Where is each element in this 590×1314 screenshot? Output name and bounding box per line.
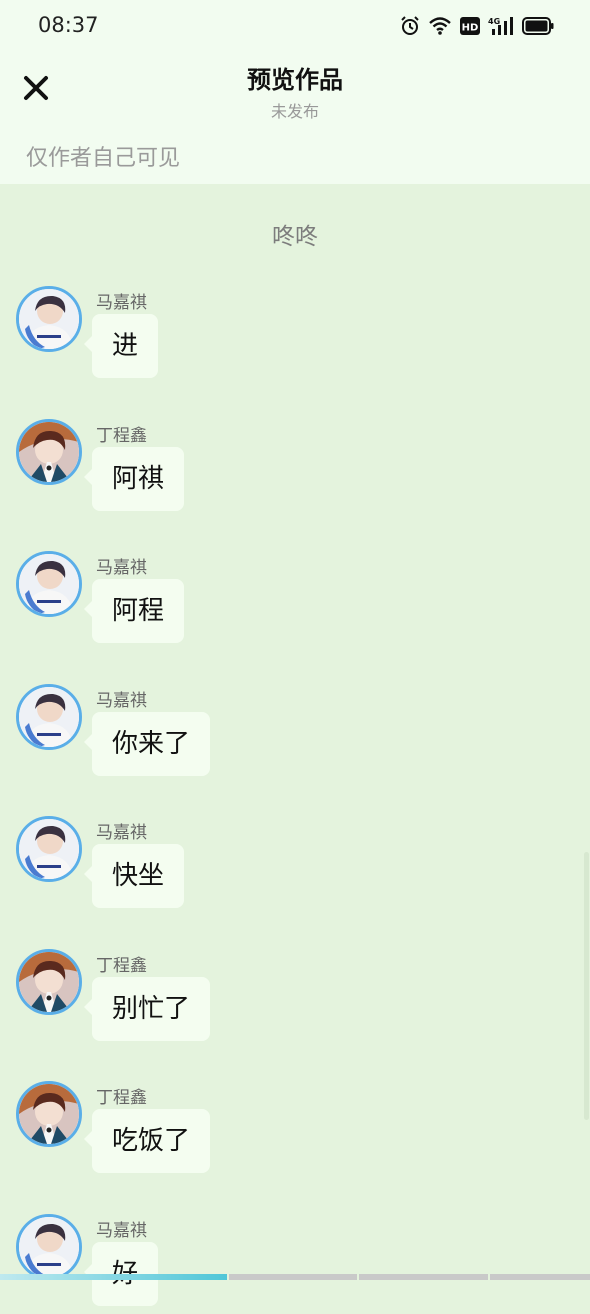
status-icons: HD 4G bbox=[400, 14, 554, 38]
avatar-majiaqi-icon[interactable] bbox=[16, 1214, 82, 1280]
message-sender: 马嘉祺 bbox=[96, 1221, 147, 1241]
progress-segment-2 bbox=[229, 1274, 357, 1280]
chat-message: 马嘉祺好 bbox=[16, 1214, 496, 1314]
message-sender: 丁程鑫 bbox=[96, 956, 147, 976]
chat-message: 马嘉祺进 bbox=[16, 286, 496, 386]
alarm-icon bbox=[400, 16, 420, 36]
svg-text:4G: 4G bbox=[488, 17, 500, 26]
chat-message: 马嘉祺 快坐 bbox=[16, 816, 496, 916]
message-sender: 丁程鑫 bbox=[96, 1088, 147, 1108]
chat-message: 马嘉祺 阿程 bbox=[16, 551, 496, 651]
progress-segment-3 bbox=[358, 1274, 489, 1280]
chat-message: 马嘉祺 你来了 bbox=[16, 684, 496, 784]
chat-section-title: 咚咚 bbox=[272, 224, 318, 250]
hd-icon: HD bbox=[460, 16, 480, 36]
chat-message: 丁程鑫 阿祺 bbox=[16, 419, 496, 519]
avatar-dingchengxin-icon[interactable] bbox=[16, 1081, 82, 1147]
svg-text:HD: HD bbox=[462, 23, 479, 34]
chat-message: 丁程鑫 别忙了 bbox=[16, 949, 496, 1049]
message-sender: 马嘉祺 bbox=[96, 691, 147, 711]
message-bubble[interactable]: 阿祺 bbox=[83, 447, 185, 511]
progress-segment-1 bbox=[0, 1274, 228, 1280]
page-title: 预览作品 bbox=[247, 66, 343, 94]
progress-segment-4 bbox=[490, 1274, 590, 1280]
message-sender: 马嘉祺 bbox=[96, 293, 147, 313]
message-sender: 马嘉祺 bbox=[96, 823, 147, 843]
avatar-majiaqi-icon[interactable] bbox=[16, 816, 82, 882]
avatar-majiaqi-icon[interactable] bbox=[16, 286, 82, 352]
chat-message: 丁程鑫 吃饭了 bbox=[16, 1081, 496, 1181]
publish-status: 未发布 bbox=[270, 102, 319, 121]
message-bubble[interactable]: 吃饭了 bbox=[83, 1109, 211, 1173]
battery-icon bbox=[522, 16, 554, 36]
avatar-majiaqi-icon[interactable] bbox=[16, 551, 82, 617]
message-sender: 马嘉祺 bbox=[96, 558, 147, 578]
avatar-dingchengxin-icon[interactable] bbox=[16, 419, 82, 485]
message-sender: 丁程鑫 bbox=[96, 426, 147, 446]
wifi-icon bbox=[428, 16, 452, 36]
message-bubble[interactable]: 别忙了 bbox=[83, 977, 211, 1041]
avatar-dingchengxin-icon[interactable] bbox=[16, 949, 82, 1015]
avatar-majiaqi-icon[interactable] bbox=[16, 684, 82, 750]
message-bubble[interactable]: 进 bbox=[83, 314, 159, 378]
status-time: 08:37 bbox=[38, 13, 99, 37]
message-bubble[interactable]: 你来了 bbox=[83, 712, 211, 776]
visibility-note: 仅作者自己可见 bbox=[26, 146, 181, 171]
message-bubble[interactable]: 阿程 bbox=[83, 579, 185, 643]
4g-signal-icon: 4G bbox=[488, 16, 514, 36]
message-bubble[interactable]: 快坐 bbox=[83, 844, 185, 908]
scroll-indicator[interactable] bbox=[584, 852, 589, 1120]
top-bar: 08:37 HD 4G 预览作品 未发布 仅作者自己可见 bbox=[0, 0, 590, 184]
story-progress-bar bbox=[0, 1274, 590, 1280]
